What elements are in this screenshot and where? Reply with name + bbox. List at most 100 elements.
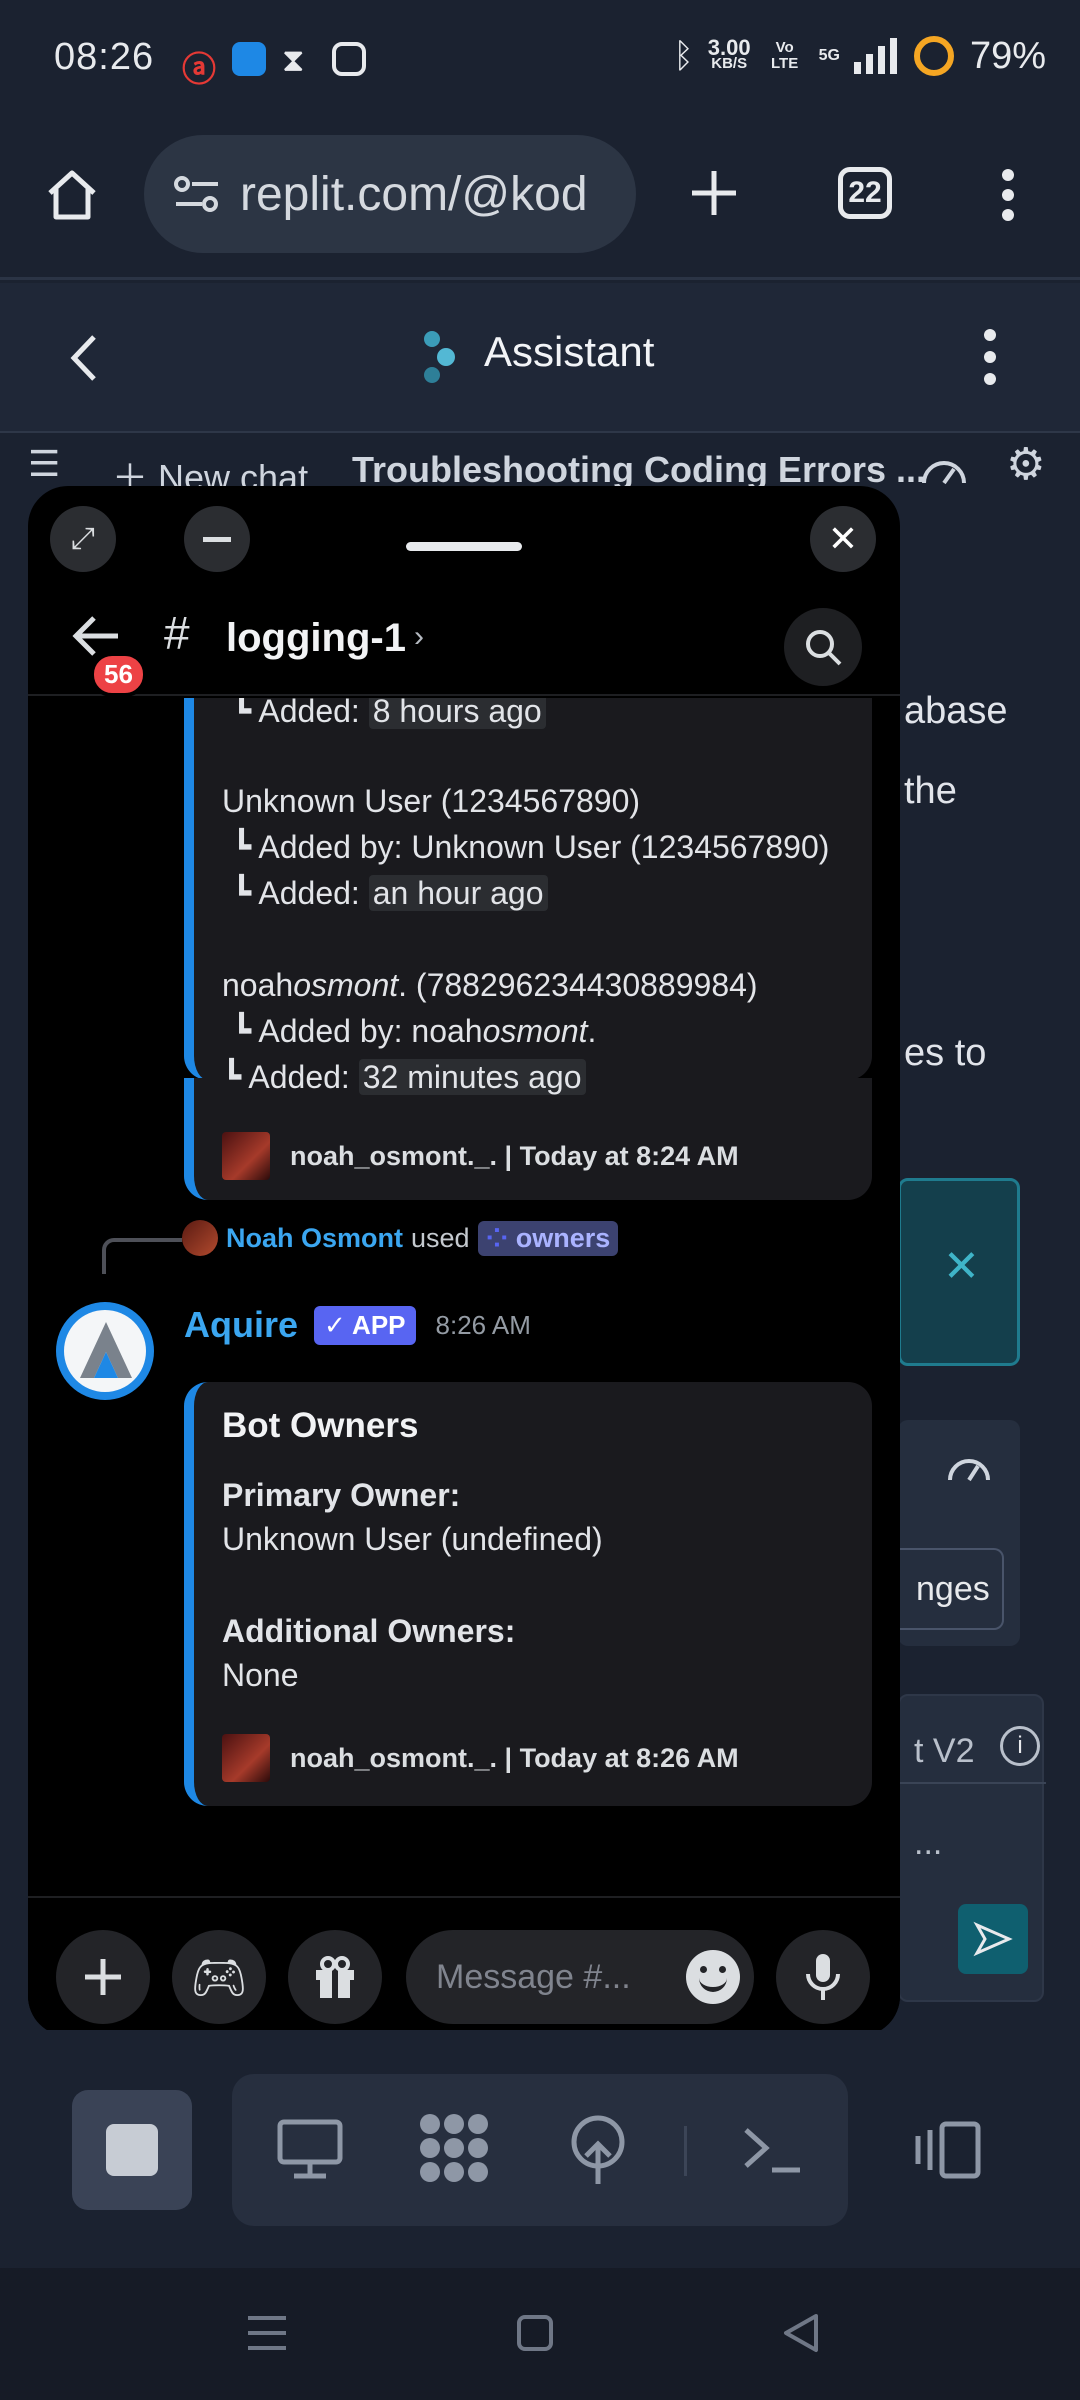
- url-text: replit.com/@kod: [240, 167, 588, 221]
- plus-icon: [85, 1959, 121, 1995]
- new-tab-icon[interactable]: [688, 167, 740, 219]
- recent-apps-icon[interactable]: [246, 2314, 288, 2352]
- status-time: 08:26: [54, 36, 155, 78]
- message-time: 8:26 AM: [435, 1309, 531, 1340]
- workflows-icon[interactable]: [416, 2110, 492, 2186]
- owner-entry-2-added: ┗ Added: an hour ago: [232, 870, 548, 916]
- bg-speed-icon: [948, 1459, 990, 1482]
- primary-owner-label: Primary Owner:: [222, 1477, 461, 1513]
- owner-entry-3: noahosmont. (788296234430889984): [222, 967, 758, 1003]
- speedometer-icon[interactable]: [918, 449, 970, 489]
- url-bar[interactable]: replit.com/@kod: [144, 135, 636, 253]
- battery-level: 79%: [969, 34, 1046, 77]
- app-notification-icon: [232, 42, 266, 76]
- replit-assistant-icon: [424, 331, 455, 383]
- expand-window-button[interactable]: ⤢: [50, 506, 116, 572]
- bluetooth-icon: ᛒ: [673, 36, 694, 75]
- network-type: 5G: [818, 47, 840, 64]
- message-input[interactable]: Message #...: [406, 1930, 754, 2024]
- send-button[interactable]: [958, 1904, 1028, 1974]
- shell-icon[interactable]: [740, 2120, 804, 2180]
- close-window-button[interactable]: ✕: [810, 506, 876, 572]
- deployments-icon[interactable]: [566, 2114, 630, 2186]
- tab-switcher-button[interactable]: 22: [838, 167, 892, 219]
- reply-username[interactable]: Noah Osmont: [226, 1223, 403, 1254]
- minimize-window-button[interactable]: [184, 506, 250, 572]
- voice-message-button[interactable]: [776, 1930, 870, 2024]
- bg-agent-label: t V2: [914, 1732, 975, 1770]
- info-icon[interactable]: i: [1000, 1726, 1040, 1766]
- close-notice-icon[interactable]: ✕: [943, 1241, 980, 1292]
- chat-list-icon[interactable]: ☰: [28, 443, 60, 485]
- owner-entry-2-added-by: ┗ Added by: Unknown User (1234567890): [232, 829, 830, 865]
- footer-avatar: [222, 1734, 270, 1782]
- browser-menu-icon[interactable]: [996, 165, 1020, 225]
- reply-avatar: [182, 1220, 218, 1256]
- tool-divider: [684, 2126, 687, 2176]
- bg-ellipsis: ...: [914, 1824, 943, 1862]
- bg-notice-box: ✕: [898, 1178, 1020, 1366]
- channel-name[interactable]: logging-1: [226, 616, 406, 661]
- instagram-icon: [332, 42, 366, 76]
- assistant-menu-icon[interactable]: [978, 325, 1002, 389]
- panels-icon[interactable]: [912, 2120, 984, 2180]
- activities-button[interactable]: 🎮︎: [172, 1930, 266, 2024]
- site-settings-icon[interactable]: [174, 174, 220, 214]
- status-bar: 08:26 ⓐ ⧗ ᛒ 3.00 KB/S Vo LTE 5G 79%: [0, 0, 1080, 125]
- bg-changes-button[interactable]: nges: [898, 1548, 1004, 1630]
- command-chip[interactable]: ⁘ owners: [477, 1220, 619, 1256]
- assistant-title: Assistant: [484, 328, 655, 375]
- reply-connector: [102, 1238, 182, 1274]
- back-nav-icon[interactable]: [780, 2312, 820, 2354]
- preview-monitor-icon[interactable]: [276, 2118, 344, 2182]
- battery-ring-icon: [913, 36, 954, 76]
- airtel-icon: ⓐ: [182, 51, 216, 89]
- gift-icon: [316, 1956, 354, 1998]
- add-attachment-button[interactable]: [56, 1930, 150, 2024]
- bg-text-line2: the: [904, 770, 957, 812]
- embed-owner-list: ┗ Added: 8 hours ago Unknown User (12345…: [184, 698, 872, 1080]
- owner-entry-2: Unknown User (1234567890): [222, 783, 641, 819]
- search-button[interactable]: [784, 608, 862, 686]
- gamepad-icon: 🎮︎: [189, 1950, 249, 2003]
- message-placeholder: Message #...: [436, 1957, 631, 1996]
- message-list[interactable]: ┗ Added: 8 hours ago Unknown User (12345…: [28, 698, 900, 1894]
- back-icon[interactable]: [66, 333, 102, 383]
- browser-toolbar: replit.com/@kod 22: [0, 125, 1080, 280]
- volte-indicator: Vo LTE: [770, 39, 799, 72]
- owner-entry-3-added-by: ┗ Added by: noahosmont.: [232, 1013, 597, 1049]
- drag-handle[interactable]: [406, 542, 522, 551]
- search-icon: [806, 630, 842, 666]
- net-speed: 3.00 KB/S: [707, 35, 751, 72]
- status-right: ᛒ 3.00 KB/S Vo LTE 5G 79%: [673, 34, 1046, 78]
- bg-agent-panel: t V2 i ...: [898, 1694, 1046, 2002]
- additional-owners-label: Additional Owners:: [222, 1613, 516, 1649]
- chat-title[interactable]: Troubleshooting Coding Errors ...: [352, 449, 926, 491]
- message-composer: 🎮︎ Message #...: [28, 1896, 900, 2036]
- signal-icon: [853, 38, 897, 74]
- message-header: Aquire ✓ APP 8:26 AM: [184, 1304, 531, 1346]
- bg-divider: [900, 1782, 1046, 1784]
- embed2-footer: noah_osmont._. | Today at 8:26 AM: [222, 1734, 739, 1782]
- added-line: ┗ Added: 8 hours ago: [232, 698, 546, 734]
- bot-avatar[interactable]: [56, 1302, 154, 1400]
- primary-owner-value: Unknown User (undefined): [222, 1521, 603, 1557]
- tool-group: [232, 2074, 848, 2226]
- expand-icon: ⤢: [71, 522, 95, 555]
- command-icon: ⁘: [485, 1222, 509, 1253]
- footer-avatar: [222, 1132, 270, 1180]
- bot-name[interactable]: Aquire: [184, 1304, 298, 1346]
- emoji-icon[interactable]: [686, 1950, 740, 2004]
- stop-button[interactable]: [72, 2090, 192, 2210]
- chevron-right-icon[interactable]: ›: [414, 620, 424, 654]
- gift-button[interactable]: [288, 1930, 382, 2024]
- additional-owners-value: None: [222, 1657, 299, 1693]
- app-tag: ✓ APP: [314, 1305, 416, 1345]
- microphone-icon: [806, 1954, 840, 2000]
- bg-checkpoint-panel: nges: [898, 1420, 1020, 1646]
- hashtag-icon: #: [164, 607, 190, 659]
- home-nav-icon[interactable]: [516, 2314, 554, 2352]
- settings-gear-icon[interactable]: ⚙: [1006, 439, 1045, 490]
- home-icon[interactable]: [42, 165, 102, 225]
- owner-entry-3-added: ┗ Added: 32 minutes ago: [222, 1054, 586, 1100]
